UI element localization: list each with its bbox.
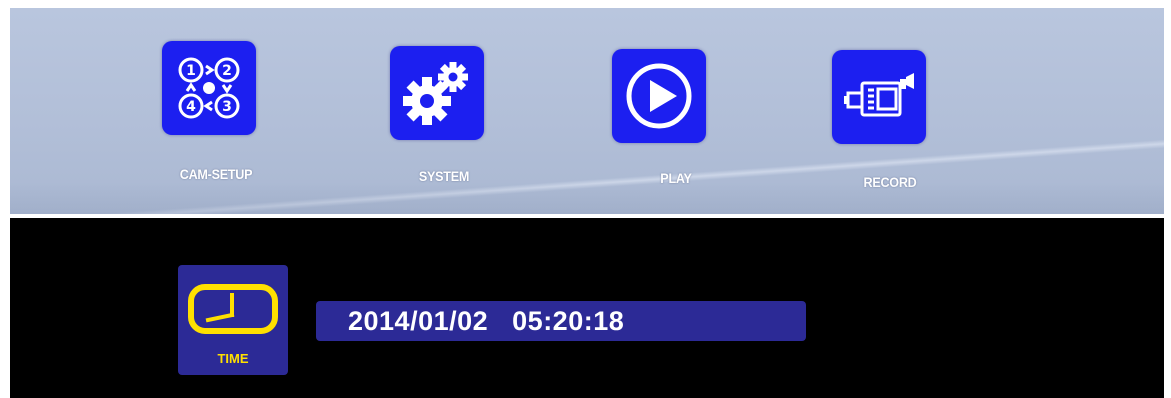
gears-icon — [403, 62, 468, 125]
system-label: SYSTEM — [418, 168, 470, 184]
system-tile[interactable] — [390, 46, 484, 140]
record-tile[interactable] — [832, 50, 926, 144]
play-tile[interactable] — [612, 49, 706, 143]
time-value[interactable]: 05:20:18 — [512, 306, 624, 337]
main-menu-screen: 1 2 3 4 CAM-SETUP SYSTEM PLAY RECORD — [10, 8, 1164, 214]
play-icon — [626, 63, 692, 129]
time-label: TIME — [217, 351, 249, 366]
clock-icon — [188, 284, 278, 334]
datetime-gap — [488, 306, 512, 337]
svg-text:3: 3 — [222, 99, 232, 115]
camera-channels-icon: 1 2 3 4 — [178, 57, 240, 119]
time-tile[interactable]: TIME — [178, 265, 288, 375]
time-settings-screen: TIME 2014/01/02 05:20:18 — [10, 218, 1164, 398]
cam-setup-label: CAM-SETUP — [179, 166, 253, 182]
datetime-field[interactable]: 2014/01/02 05:20:18 — [316, 301, 806, 341]
record-label: RECORD — [863, 174, 917, 190]
svg-text:1: 1 — [186, 63, 196, 79]
svg-text:2: 2 — [222, 63, 232, 79]
svg-text:4: 4 — [186, 99, 196, 115]
date-value[interactable]: 2014/01/02 — [348, 306, 488, 337]
video-camera-icon — [844, 73, 914, 117]
cam-setup-tile[interactable]: 1 2 3 4 — [162, 41, 256, 135]
play-label: PLAY — [660, 170, 692, 186]
